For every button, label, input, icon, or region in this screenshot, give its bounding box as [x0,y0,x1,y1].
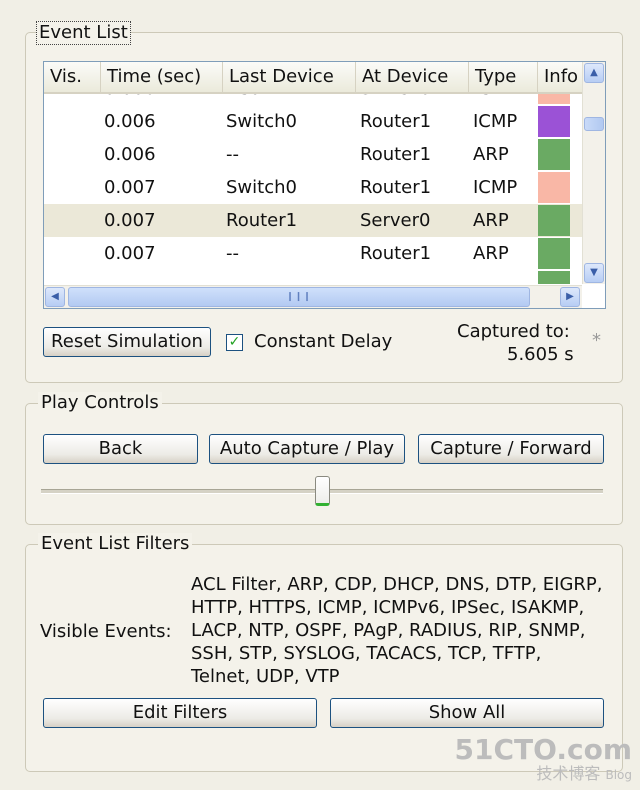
checkmark-icon: ✓ [228,334,241,350]
info-color-swatch[interactable] [538,139,570,170]
event-table: Vis. Time (sec) Last Device At Device Ty… [43,61,606,309]
visible-events-line: Telnet, UDP, VTP [191,666,340,687]
cell-last-device: Switch0 [226,111,297,132]
watermark-logo: 51CTO.com 技术博客 Blog [455,735,632,784]
table-row[interactable]: 0.006 PC0 Switch0 ICMP [44,94,582,105]
cell-last-device: Router1 [226,210,298,231]
cell-at-device: Router1 [360,111,432,132]
visible-events-list: ACL Filter, ARP, CDP, DHCP, DNS, DTP, EI… [191,573,616,688]
cell-time: 0.007 [104,243,156,264]
cell-at-device: Server0 [360,210,431,231]
auto-capture-play-button[interactable]: Auto Capture / Play [209,434,405,464]
info-color-swatch[interactable] [538,271,570,284]
visible-events-line: ACL Filter, ARP, CDP, DHCP, DNS, DTP, EI… [191,574,603,595]
cell-at-device: Switch0 [360,94,431,105]
cell-at-device: Router1 [360,177,432,198]
back-button[interactable]: Back [43,434,198,464]
column-vis[interactable]: Vis. [44,62,101,92]
visible-events-line: LACP, NTP, OSPF, PAgP, RADIUS, RIP, SNMP… [191,620,586,641]
scroll-down-icon[interactable]: ▼ [584,263,604,283]
scroll-left-icon[interactable]: ◀ [45,287,65,307]
table-row[interactable]: 0.006 -- Router1 ARP [44,138,582,171]
constant-delay-checkbox[interactable]: ✓ [226,334,243,351]
column-info[interactable]: Info [538,62,582,92]
info-color-swatch[interactable] [538,106,570,137]
edit-filters-button[interactable]: Edit Filters [43,698,317,728]
visible-events-line: HTTP, HTTPS, ICMP, ICMPv6, IPSec, ISAKMP… [191,597,585,618]
show-all-button[interactable]: Show All [330,698,604,728]
event-list-panel: Event List Vis. Time (sec) Last Device A… [25,21,623,383]
column-time[interactable]: Time (sec) [101,62,223,92]
event-rows: 0.006 PC0 Switch0 ICMP 0.006 Switch0 Rou… [44,94,582,284]
column-last-device[interactable]: Last Device [223,62,356,92]
cell-time: 0.007 [104,210,156,231]
watermark-main: 51CTO.com [454,733,632,766]
speed-slider-thumb[interactable] [315,476,330,506]
cell-type: ARP [473,144,509,165]
cell-last-device: PC0 [226,94,261,105]
horizontal-scroll-thumb[interactable]: ❙❙❙ [68,287,530,307]
play-controls-panel: Play Controls Back Auto Capture / Play C… [25,392,623,525]
info-color-swatch[interactable] [538,205,570,236]
horizontal-scrollbar[interactable]: ◀ ❙❙❙ ▶ [44,285,582,308]
visible-events-line: SSH, STP, SYSLOG, TACACS, TCP, TFTP, [191,643,542,664]
visible-events-label: Visible Events: [40,621,172,642]
info-color-swatch[interactable] [538,238,570,269]
vertical-scrollbar[interactable]: ▲ ▼ [582,62,605,284]
cell-last-device: -- [226,144,239,165]
table-row[interactable]: 0.006 Switch0 Router1 ICMP [44,105,582,138]
captured-to-value: 5.605 s [507,344,574,365]
cell-type: ARP [473,210,509,231]
scroll-right-icon[interactable]: ▶ [560,287,580,307]
reset-simulation-button[interactable]: Reset Simulation [43,327,211,357]
info-color-swatch[interactable] [538,94,570,104]
watermark-sub: 技术博客 [536,764,601,783]
cell-type: ICMP [473,111,518,132]
cell-at-device: Router1 [360,144,432,165]
cell-type: ARP [473,243,509,264]
cell-time: 0.006 [104,94,156,105]
column-type[interactable]: Type [469,62,538,92]
watermark-blog: Blog [605,768,632,782]
cell-last-device: Switch0 [226,177,297,198]
play-controls-title: Play Controls [38,392,162,414]
asterisk-icon: * [592,330,601,351]
table-row-selected[interactable]: 0.007 Router1 Server0 ARP [44,204,582,237]
cell-time: 0.007 [104,177,156,198]
table-row[interactable]: 0.007 -- Router1 ARP [44,237,582,270]
cell-at-device: Router1 [360,243,432,264]
scroll-up-icon[interactable]: ▲ [584,63,604,83]
constant-delay-label: Constant Delay [254,331,393,352]
info-color-swatch[interactable] [538,172,570,203]
cell-time: 0.006 [104,111,156,132]
cell-type: ICMP [473,94,517,105]
cell-last-device: -- [226,243,239,264]
cell-type: ICMP [473,177,518,198]
table-header: Vis. Time (sec) Last Device At Device Ty… [44,62,582,94]
cell-time: 0.006 [104,144,156,165]
filters-title: Event List Filters [38,533,193,555]
table-row[interactable] [44,270,582,284]
vertical-scroll-thumb[interactable] [584,117,604,131]
capture-forward-button[interactable]: Capture / Forward [418,434,604,464]
event-list-title: Event List [36,21,131,45]
column-at-device[interactable]: At Device [356,62,469,92]
captured-to-label: Captured to: [457,321,570,342]
table-row[interactable]: 0.007 Switch0 Router1 ICMP [44,171,582,204]
